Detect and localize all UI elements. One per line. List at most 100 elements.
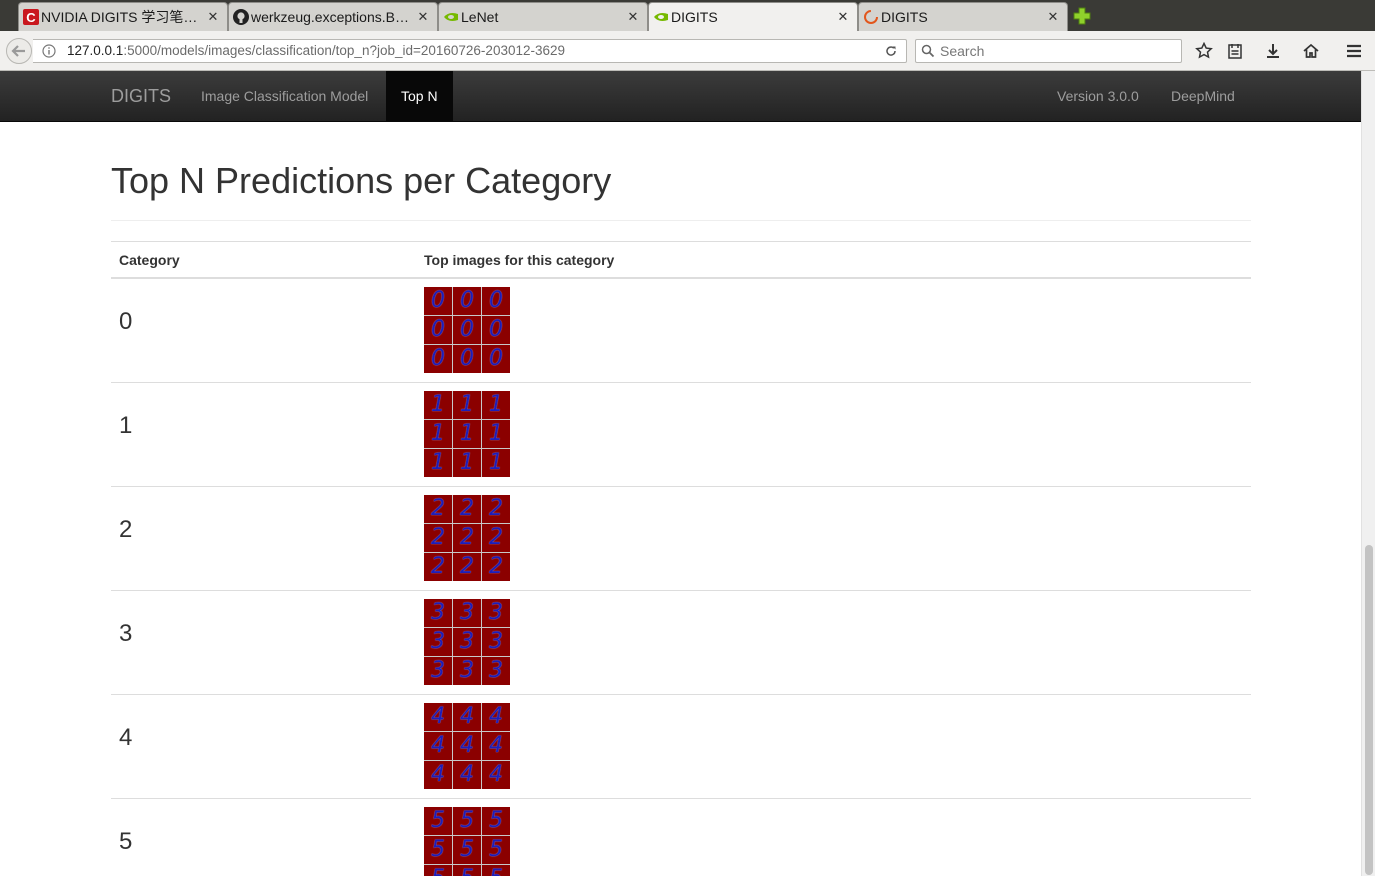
digit-thumbnail[interactable]: 0: [482, 287, 510, 315]
url-host: 127.0.0.1: [67, 43, 124, 58]
back-button[interactable]: [6, 38, 32, 64]
digit-thumbnail[interactable]: 5: [482, 836, 510, 864]
digit-thumbnail[interactable]: 4: [453, 761, 481, 789]
digit-thumbnail[interactable]: 3: [453, 657, 481, 685]
digit-thumbnail[interactable]: 1: [482, 391, 510, 419]
table-row: 4444444444: [111, 695, 1251, 799]
column-header-category: Category: [119, 252, 180, 268]
category-label: 0: [119, 308, 133, 335]
tab-digits-loading[interactable]: DIGITS ✕: [858, 2, 1068, 31]
digit-thumbnail[interactable]: 4: [453, 703, 481, 731]
digit-thumbnail[interactable]: 3: [453, 599, 481, 627]
digit-thumbnail[interactable]: 4: [482, 761, 510, 789]
digit-thumbnail[interactable]: 3: [482, 599, 510, 627]
scrollbar-thumb[interactable]: [1365, 545, 1373, 875]
search-input[interactable]: Search: [915, 39, 1182, 63]
digit-thumbnail[interactable]: 4: [482, 732, 510, 760]
tab-digits-active[interactable]: DIGITS ✕: [648, 2, 858, 31]
digit-thumbnail[interactable]: 2: [424, 553, 452, 581]
tab-werkzeug[interactable]: werkzeug.exceptions.BadRequestKeyError ✕: [228, 2, 438, 31]
info-icon[interactable]: [42, 44, 56, 58]
digit-thumbnail[interactable]: 1: [482, 449, 510, 477]
table-row: 2222222222: [111, 487, 1251, 591]
digit-thumbnail[interactable]: 3: [482, 628, 510, 656]
digit-thumbnail[interactable]: 2: [482, 524, 510, 552]
digit-thumbnail[interactable]: 4: [424, 703, 452, 731]
digit-thumbnail[interactable]: 1: [424, 391, 452, 419]
menu-icon[interactable]: [1345, 42, 1363, 60]
digit-thumbnail[interactable]: 0: [453, 287, 481, 315]
digit-thumbnail[interactable]: 5: [424, 865, 452, 876]
digit-thumbnail[interactable]: 2: [453, 553, 481, 581]
digit-thumbnail[interactable]: 5: [453, 807, 481, 835]
digit-thumbnail[interactable]: 2: [482, 495, 510, 523]
digit-thumbnail[interactable]: 4: [453, 732, 481, 760]
digit-thumbnail[interactable]: 4: [424, 761, 452, 789]
digit-thumbnail[interactable]: 3: [424, 657, 452, 685]
digit-thumbnail[interactable]: 4: [424, 732, 452, 760]
top-images-grid[interactable]: 444444444: [424, 703, 510, 789]
top-images-grid[interactable]: 111111111: [424, 391, 510, 477]
top-images-grid[interactable]: 222222222: [424, 495, 510, 581]
digit-thumbnail[interactable]: 5: [482, 865, 510, 876]
digit-thumbnail[interactable]: 5: [424, 807, 452, 835]
close-icon[interactable]: ✕: [415, 9, 431, 25]
digit-thumbnail[interactable]: 0: [424, 316, 452, 344]
top-images-grid[interactable]: 000000000: [424, 287, 510, 373]
digit-thumbnail[interactable]: 3: [424, 599, 452, 627]
brand-link[interactable]: DIGITS: [111, 86, 171, 107]
digit-thumbnail[interactable]: 3: [482, 657, 510, 685]
digit-thumbnail[interactable]: 0: [424, 287, 452, 315]
digit-thumbnail[interactable]: 5: [424, 836, 452, 864]
digit-thumbnail[interactable]: 0: [453, 316, 481, 344]
close-icon[interactable]: ✕: [835, 9, 851, 25]
digit-thumbnail[interactable]: 1: [453, 391, 481, 419]
digit-thumbnail[interactable]: 5: [453, 865, 481, 876]
digit-thumbnail[interactable]: 1: [453, 449, 481, 477]
top-images-grid[interactable]: 555555555: [424, 807, 510, 876]
digit-thumbnail[interactable]: 2: [424, 524, 452, 552]
close-icon[interactable]: ✕: [1045, 9, 1061, 25]
bookmarks-list-icon[interactable]: [1226, 42, 1244, 60]
close-icon[interactable]: ✕: [205, 9, 221, 25]
search-icon: [921, 44, 935, 58]
close-icon[interactable]: ✕: [625, 9, 641, 25]
digit-thumbnail[interactable]: 2: [482, 553, 510, 581]
reload-icon[interactable]: [884, 44, 898, 58]
table-row: 1111111111: [111, 383, 1251, 487]
tab-nvidia-digits-notes[interactable]: C NVIDIA DIGITS 学习笔记（NVIDIA DIGITS-2.0 +…: [18, 2, 228, 31]
digit-thumbnail[interactable]: 0: [482, 345, 510, 373]
digit-thumbnail[interactable]: 2: [424, 495, 452, 523]
github-icon: [233, 9, 249, 25]
digit-thumbnail[interactable]: 1: [482, 420, 510, 448]
user-link[interactable]: DeepMind: [1171, 88, 1235, 104]
address-bar[interactable]: 127.0.0.1:5000/models/images/classificat…: [33, 39, 907, 63]
tab-lenet[interactable]: LeNet ✕: [438, 2, 648, 31]
digit-thumbnail[interactable]: 1: [424, 449, 452, 477]
top-images-grid[interactable]: 333333333: [424, 599, 510, 685]
nav-top-n[interactable]: Top N: [386, 71, 453, 121]
home-icon[interactable]: [1302, 42, 1320, 60]
nav-image-classification-model[interactable]: Image Classification Model: [201, 88, 368, 104]
svg-text:C: C: [26, 10, 36, 25]
version-label[interactable]: Version 3.0.0: [1057, 88, 1139, 104]
digit-thumbnail[interactable]: 4: [482, 703, 510, 731]
navigation-toolbar: 127.0.0.1:5000/models/images/classificat…: [0, 31, 1375, 71]
digit-thumbnail[interactable]: 2: [453, 495, 481, 523]
vertical-scrollbar[interactable]: [1361, 71, 1375, 876]
category-label: 4: [119, 724, 133, 751]
digit-thumbnail[interactable]: 3: [424, 628, 452, 656]
new-tab-icon[interactable]: [1072, 6, 1092, 26]
digit-thumbnail[interactable]: 0: [424, 345, 452, 373]
digit-thumbnail[interactable]: 0: [482, 316, 510, 344]
digit-thumbnail[interactable]: 3: [453, 628, 481, 656]
bookmark-star-icon[interactable]: [1195, 42, 1213, 60]
digit-thumbnail[interactable]: 1: [453, 420, 481, 448]
digit-thumbnail[interactable]: 0: [453, 345, 481, 373]
digit-thumbnail[interactable]: 2: [453, 524, 481, 552]
digit-thumbnail[interactable]: 5: [482, 807, 510, 835]
digit-thumbnail[interactable]: 1: [424, 420, 452, 448]
app-navbar: DIGITS Image Classification Model Top N …: [0, 71, 1361, 122]
digit-thumbnail[interactable]: 5: [453, 836, 481, 864]
download-icon[interactable]: [1264, 42, 1282, 60]
